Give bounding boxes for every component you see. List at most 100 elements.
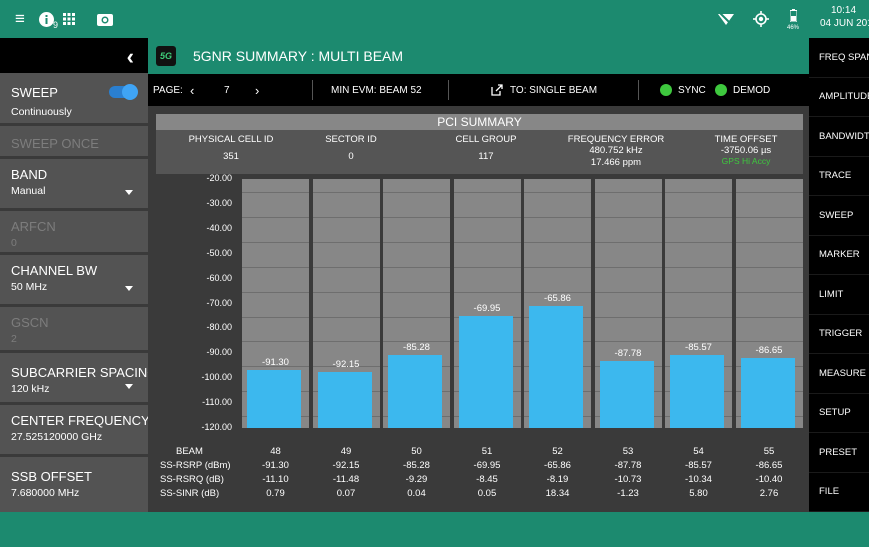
menu-button-measure[interactable]: MEASURE (809, 354, 869, 394)
sync-status-icon (660, 84, 672, 96)
divider (312, 80, 313, 100)
time-text: 10:14 (831, 5, 857, 16)
table-cell: 0.04 (407, 488, 426, 499)
y-tick-label: -20.00 (206, 173, 232, 183)
to-single-beam-button[interactable]: TO: SINGLE BEAM (491, 74, 597, 106)
physical-cell-id-value: 351 (223, 151, 239, 162)
table-row: SS-RSRQ (dB) -11.10 -11.48 -9.29 -8.45 -8.19 -… (148, 474, 809, 487)
menu-button-trace[interactable]: TRACE (809, 157, 869, 196)
table-row: BEAM 48 49 50 51 52 53 54 55 (148, 446, 809, 459)
menu-button-bandwidth[interactable]: BANDWIDTH (809, 117, 869, 157)
y-tick-label: -80.00 (206, 322, 232, 333)
menu-button-preset[interactable]: PRESET (809, 433, 869, 473)
prev-page-button[interactable]: ‹ (190, 74, 194, 106)
divider (638, 80, 639, 100)
page-number: 7 (224, 84, 230, 96)
divider (448, 80, 449, 100)
apps-grid-icon[interactable] (62, 0, 76, 38)
gridline (594, 266, 662, 268)
subcarrier-spacing-setting[interactable]: SUBCARRIER SPACING 120 kHz (0, 353, 158, 405)
gridline (312, 316, 380, 318)
table-cell: -10.40 (755, 474, 783, 485)
gridline (524, 216, 591, 218)
sync-label: SYNC (678, 84, 706, 96)
channel-bw-setting[interactable]: CHANNEL BW 50 MHz (0, 255, 148, 307)
menu-button-limit[interactable]: LIMIT (809, 275, 869, 315)
physical-cell-id-column: PHYSICAL CELL ID 351 (176, 134, 286, 162)
measurement-title-bar: 5G 5GNR SUMMARY : MULTI BEAM (148, 38, 809, 74)
beam-bar-chart: -20.00 -30.00 -40.00 -50.00 -60.00 -70.00 -80.… (148, 173, 809, 442)
center-frequency-label: CENTER FREQUENCY (11, 413, 150, 428)
gridline (665, 216, 732, 218)
table-cell: 50 (411, 446, 422, 457)
row-header: BEAM (176, 446, 203, 457)
gridline (665, 266, 732, 268)
menu-button-trigger[interactable]: TRIGGER (809, 315, 869, 354)
clock: 10:14 04 JUN 2019 (817, 4, 869, 30)
menu-button-marker[interactable]: MARKER (809, 236, 869, 275)
chevron-left-icon: ‹ (126, 44, 134, 69)
band-setting[interactable]: BAND Manual (0, 159, 148, 211)
gridline (453, 216, 521, 218)
sweep-once-button[interactable]: SWEEP ONCE (0, 126, 148, 159)
row-header: SS-RSRP (dBm) (160, 460, 231, 471)
info-icon[interactable] (37, 0, 55, 38)
menu-icon[interactable]: ≡ (10, 0, 30, 38)
collapse-panel-button[interactable]: ‹ (0, 38, 148, 73)
gridline (312, 291, 380, 293)
table-cell: -85.28 (403, 460, 430, 471)
bar-value-label: -85.28 (403, 341, 430, 353)
gps-status: GPS Hi Accy (721, 156, 771, 166)
ssb-offset-setting[interactable]: SSB OFFSET 7.680000 MHz (0, 457, 148, 512)
menu-button-setup[interactable]: SETUP (809, 394, 869, 433)
gridline (665, 192, 732, 193)
sweep-once-label: SWEEP ONCE (11, 136, 99, 151)
bar-value-label: -85.57 (685, 342, 712, 354)
table-cell: 54 (693, 446, 704, 457)
beam-bar-52 (529, 306, 583, 428)
time-offset-value: -3750.06 µs (720, 145, 772, 156)
to-single-beam-label: TO: SINGLE BEAM (510, 84, 598, 96)
gridline (453, 291, 521, 293)
sweep-toggle[interactable] (109, 84, 138, 100)
bar-value-label: -87.78 (614, 347, 642, 359)
camera-icon[interactable] (96, 0, 114, 38)
gridline (524, 266, 591, 268)
sector-id-column: SECTOR ID 0 (306, 134, 396, 162)
center-frequency-setting[interactable]: CENTER FREQUENCY 27.525120000 GHz (0, 405, 150, 457)
chevron-right-icon: › (255, 82, 260, 98)
gridline (242, 266, 309, 268)
gridline (524, 241, 591, 243)
table-cell: -65.86 (544, 460, 571, 471)
gridline (312, 266, 380, 268)
table-cell: -87.78 (614, 460, 642, 471)
demod-label: DEMOD (733, 84, 771, 96)
physical-cell-id-label: PHYSICAL CELL ID (188, 134, 274, 145)
gps-icon (752, 0, 770, 38)
menu-button-sweep[interactable]: SWEEP (809, 196, 869, 236)
table-cell: -9.29 (405, 474, 428, 485)
menu-button-freq-span[interactable]: FREQ SPAN (809, 38, 869, 78)
sweep-setting[interactable]: SWEEP Continuously (0, 73, 148, 126)
bar-value-label: -65.86 (544, 293, 571, 305)
table-cell: 0.07 (336, 488, 356, 499)
bar-value-label: -91.30 (262, 356, 289, 368)
gridline (242, 216, 309, 218)
bar-value-label: -69.95 (473, 303, 501, 315)
gridline (735, 241, 803, 243)
beam-results-table: BEAM 48 49 50 51 52 53 54 55 SS-RSRP (dBm) -91.30 -… (148, 436, 809, 512)
subcarrier-spacing-label: SUBCARRIER SPACING (11, 365, 158, 380)
table-cell: 0.05 (477, 488, 497, 499)
frequency-error-label: FREQUENCY ERROR (567, 134, 665, 145)
table-cell: -1.23 (617, 488, 639, 499)
table-cell: 55 (763, 446, 775, 457)
menu-button-amplitude[interactable]: AMPLITUDE (809, 78, 869, 117)
next-page-button[interactable]: › (255, 74, 259, 106)
menu-button-file[interactable]: FILE (809, 473, 869, 512)
gridline (312, 216, 380, 218)
arfcn-value: 0 (11, 237, 17, 249)
table-cell: 5.80 (689, 488, 708, 499)
arfcn-setting: ARFCN 0 (0, 211, 148, 255)
notification-count: 9 (53, 20, 59, 30)
table-cell: 0.79 (266, 488, 285, 499)
